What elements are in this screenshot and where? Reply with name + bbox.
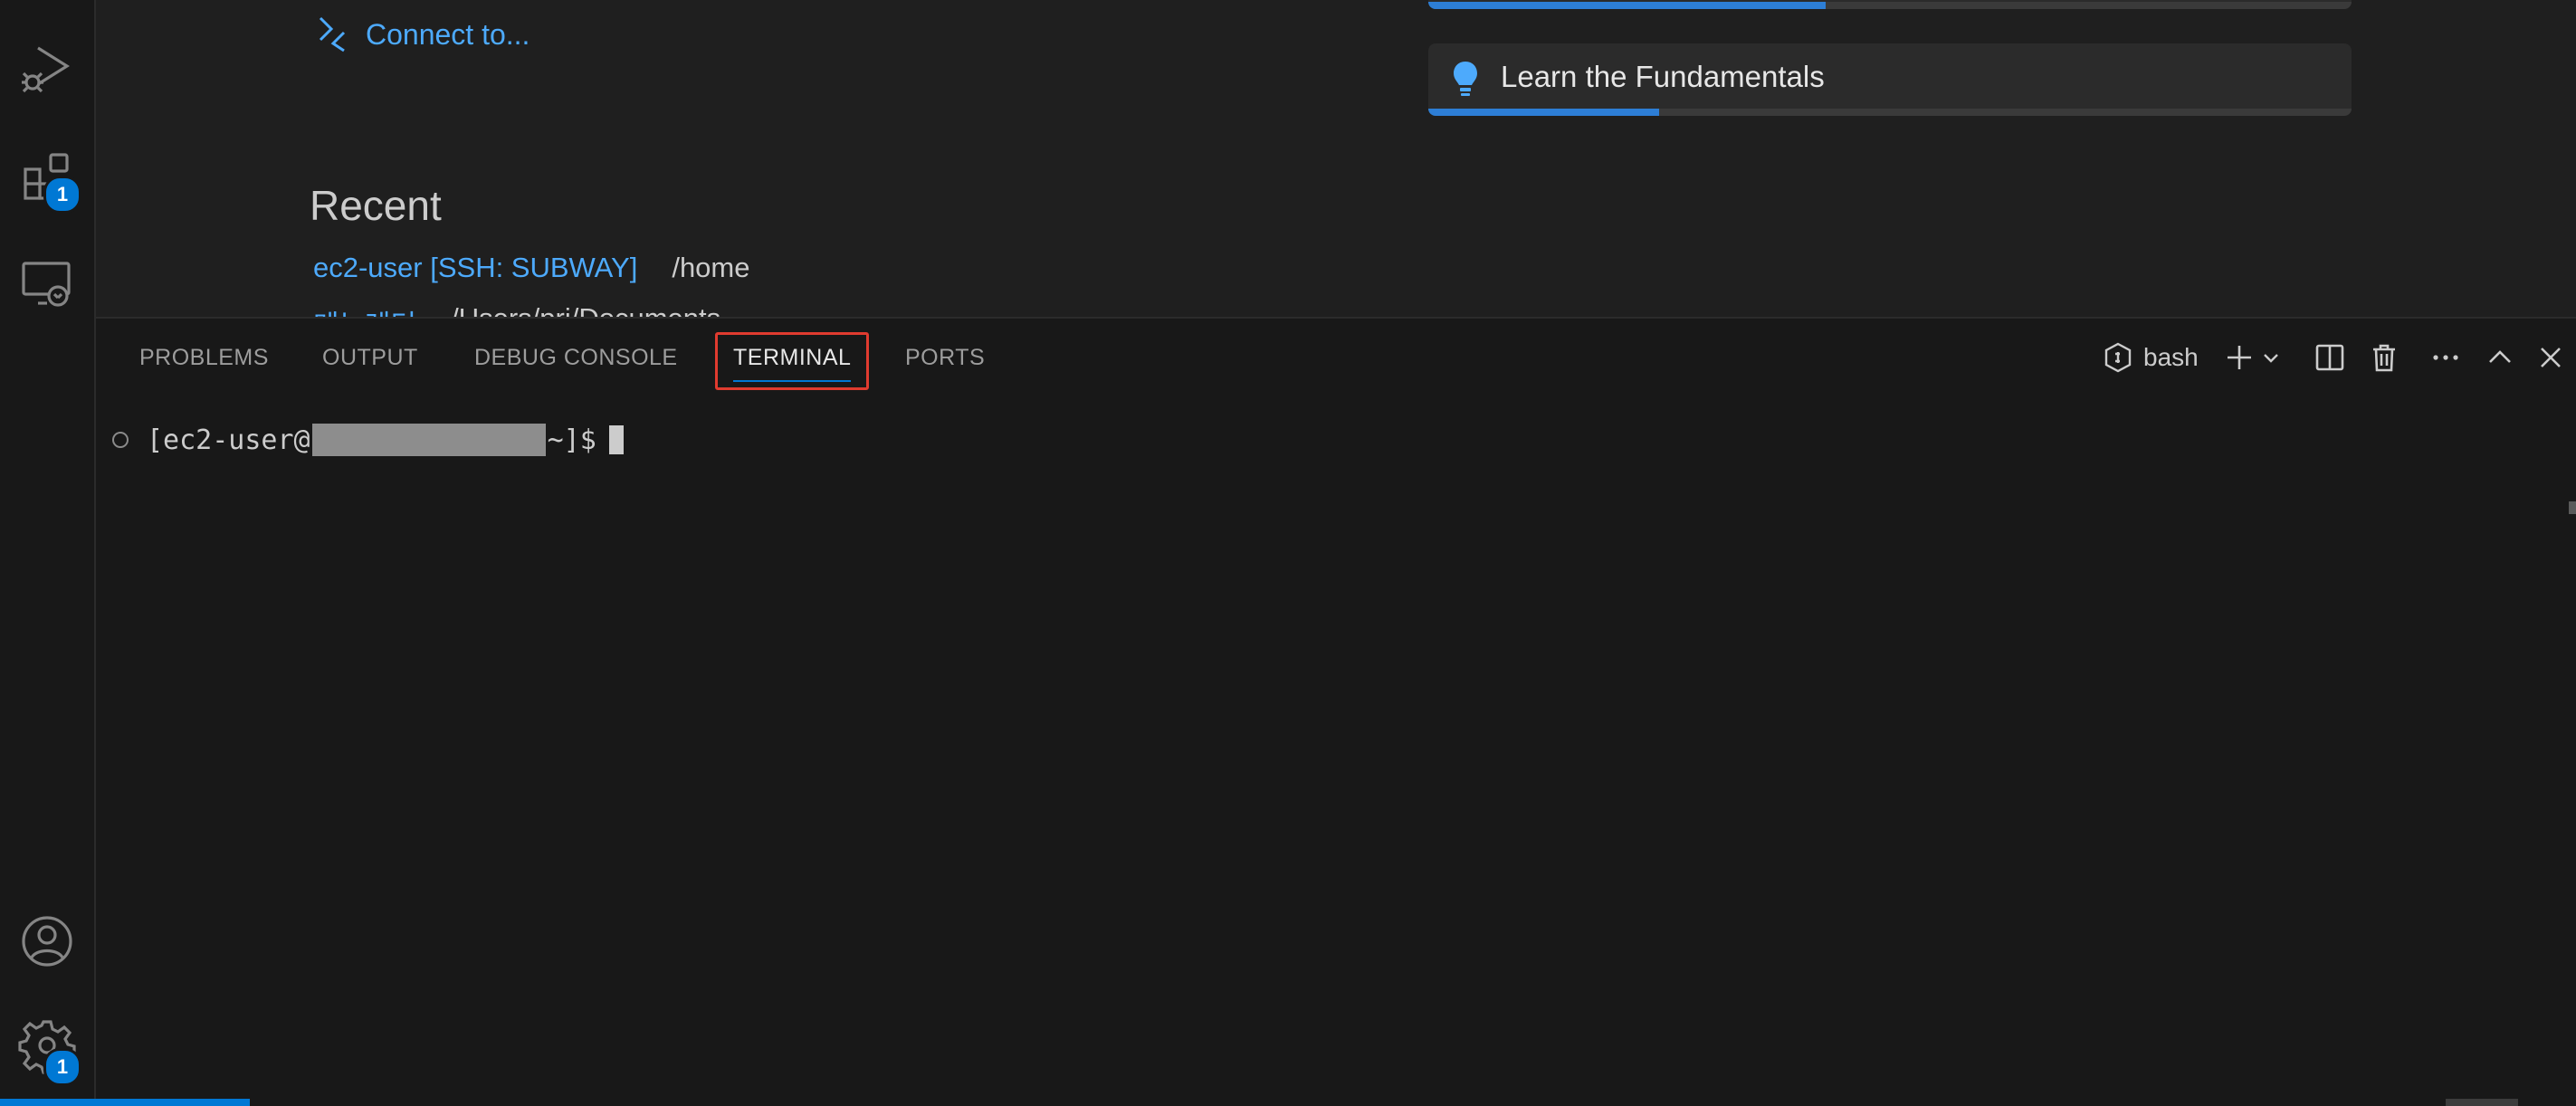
tab-problems-label: PROBLEMS	[139, 344, 269, 370]
new-terminal-button[interactable]	[2221, 337, 2257, 378]
tab-ports[interactable]: PORTS	[905, 338, 985, 377]
connect-to-label: Connect to...	[366, 17, 530, 51]
status-bar	[0, 1099, 2576, 1106]
split-horizontal-icon	[2315, 344, 2344, 371]
recent-item: 메뉴레더 /Users/pri/Documents	[313, 302, 720, 317]
activity-accounts[interactable]	[0, 891, 94, 991]
trash-icon	[2373, 344, 2395, 372]
manage-badge: 1	[43, 1048, 81, 1086]
tab-output-label: OUTPUT	[322, 344, 418, 370]
tab-output[interactable]: OUTPUT	[322, 338, 418, 377]
command-decoration-icon	[112, 432, 129, 448]
recent-item-name[interactable]: ec2-user [SSH: SUBWAY]	[313, 252, 637, 284]
remote-connect-icon	[319, 16, 346, 52]
tab-debug-console[interactable]: DEBUG CONSOLE	[474, 338, 678, 377]
terminal-shell-selector[interactable]: bash	[2102, 337, 2199, 378]
plus-icon	[2228, 346, 2251, 369]
tab-ports-label: PORTS	[905, 344, 986, 370]
close-icon	[2541, 348, 2561, 367]
redacted-hostname	[311, 424, 546, 456]
recent-item-path: /Users/pri/Documents	[451, 302, 720, 317]
walkthrough-progress	[1428, 109, 2352, 116]
tab-problems[interactable]: PROBLEMS	[139, 338, 269, 377]
terminal-prompt-line: [ec2-user@ ~]$	[112, 424, 624, 456]
walkthrough-progress-fill	[1428, 109, 1659, 116]
prompt-prefix: [ec2-user@	[147, 424, 310, 456]
recent-item-path: /home	[672, 252, 750, 283]
chevron-down-icon	[2264, 354, 2278, 363]
connect-to-link[interactable]: Connect to...	[317, 16, 530, 52]
chevron-up-icon	[2489, 350, 2511, 363]
split-terminal-button[interactable]	[2312, 337, 2348, 378]
bottom-panel: PROBLEMS OUTPUT DEBUG CONSOLE TERMINAL P…	[96, 317, 2576, 1101]
terminal-tab-highlight	[715, 332, 869, 390]
bash-shell-icon	[2104, 342, 2132, 373]
remote-explorer-icon	[22, 262, 71, 307]
welcome-page: Connect to... Recent ec2-user [SSH: SUBW…	[96, 0, 2576, 317]
shell-name: bash	[2143, 343, 2199, 371]
close-panel-button[interactable]	[2533, 337, 2569, 378]
activity-extensions[interactable]: 1	[0, 127, 94, 226]
ellipsis-icon	[2433, 355, 2458, 360]
recent-item: ec2-user [SSH: SUBWAY] /home	[313, 252, 750, 284]
kill-terminal-button[interactable]	[2366, 337, 2402, 378]
run-debug-icon	[22, 46, 71, 93]
account-icon	[22, 916, 72, 967]
terminal-scrollbar[interactable]	[2569, 501, 2576, 514]
activity-manage[interactable]: 1	[0, 996, 94, 1095]
status-remote-indicator[interactable]	[0, 1099, 250, 1106]
extensions-badge: 1	[43, 176, 81, 214]
terminal-cursor	[608, 425, 624, 454]
status-scroll-thumb	[2446, 1099, 2518, 1106]
activity-bar: 1 1	[0, 0, 96, 1099]
activity-run-debug[interactable]	[0, 18, 94, 118]
walkthrough-progress-top	[1428, 2, 2352, 9]
walkthrough-progress-fill-top	[1428, 2, 1826, 9]
prompt-suffix: ~]$	[547, 424, 596, 456]
more-actions-button[interactable]	[2426, 337, 2466, 378]
tab-debug-console-label: DEBUG CONSOLE	[474, 344, 678, 370]
terminal-view[interactable]: [ec2-user@ ~]$	[96, 396, 2576, 1101]
activity-remote-explorer[interactable]	[0, 234, 94, 333]
walkthrough-card-top[interactable]	[1428, 0, 2352, 9]
vscode-window: 1 1 Connect to... Recent ec2-user [SSH: …	[0, 0, 2576, 1106]
recent-item-name[interactable]: 메뉴레더	[313, 302, 416, 317]
walkthrough-title: Learn the Fundamentals	[1501, 60, 1825, 93]
terminal-launch-profile-button[interactable]	[2259, 337, 2283, 378]
recent-heading: Recent	[310, 182, 442, 229]
maximize-panel-button[interactable]	[2482, 337, 2518, 378]
lightbulb-icon	[1454, 62, 1477, 96]
walkthrough-card-fundamentals[interactable]: Learn the Fundamentals	[1428, 43, 2352, 116]
